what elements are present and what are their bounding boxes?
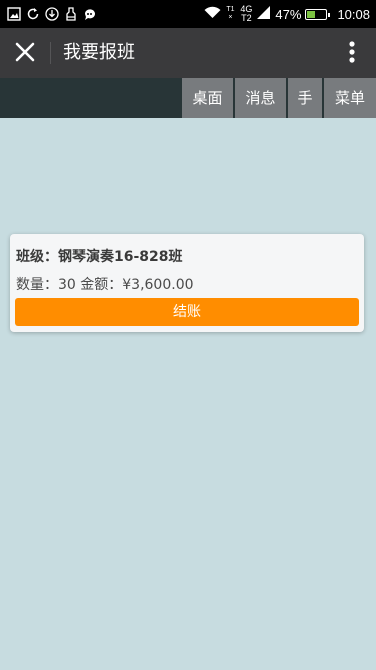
order-card: 班级：钢琴演奏16-828班 数量：30 金额：¥3,600.00 结账	[10, 234, 364, 332]
class-name: 班级：钢琴演奏16-828班	[16, 249, 183, 265]
close-icon	[15, 42, 35, 62]
battery-percent: 47%	[275, 6, 302, 22]
quantity-amount: 数量：30 金额：¥3,600.00	[16, 277, 194, 293]
clean-icon	[64, 6, 78, 21]
more-options-button[interactable]	[338, 37, 366, 69]
download-icon	[45, 6, 59, 21]
more-vertical-icon	[349, 41, 355, 63]
sim2-label: T2	[241, 13, 252, 23]
sim1-indicator: T1 ×	[225, 6, 235, 22]
signal-icon	[257, 6, 271, 22]
action-strip: 桌面 消息 手 菜单	[0, 78, 376, 118]
notification-icons	[7, 6, 97, 21]
status-bar: T1 × 4G T2 47% 10:08	[0, 0, 376, 28]
close-button[interactable]	[8, 35, 44, 71]
menu-button[interactable]: 菜单	[324, 78, 376, 118]
system-status: T1 × 4G T2 47% 10:08	[204, 5, 370, 23]
wifi-icon	[204, 6, 221, 22]
sim1-label: T1	[226, 6, 235, 13]
sync-icon	[26, 6, 40, 20]
messages-button[interactable]: 消息	[235, 78, 286, 118]
desktop-button[interactable]: 桌面	[182, 78, 233, 118]
action-buttons: 桌面 消息 手 菜单	[182, 78, 376, 118]
title-bar: 我要报班	[0, 28, 376, 78]
clock: 10:08	[337, 6, 370, 22]
battery-level	[307, 10, 316, 18]
title-divider	[50, 42, 51, 64]
hand-button[interactable]: 手	[288, 78, 322, 118]
sim1-status: ×	[228, 14, 233, 21]
battery-icon	[305, 8, 331, 20]
page-title: 我要报班	[63, 42, 135, 63]
network-indicator: 4G T2	[239, 5, 253, 23]
checkout-button[interactable]: 结账	[15, 298, 359, 326]
image-icon	[7, 6, 21, 21]
chat-icon	[83, 6, 97, 20]
